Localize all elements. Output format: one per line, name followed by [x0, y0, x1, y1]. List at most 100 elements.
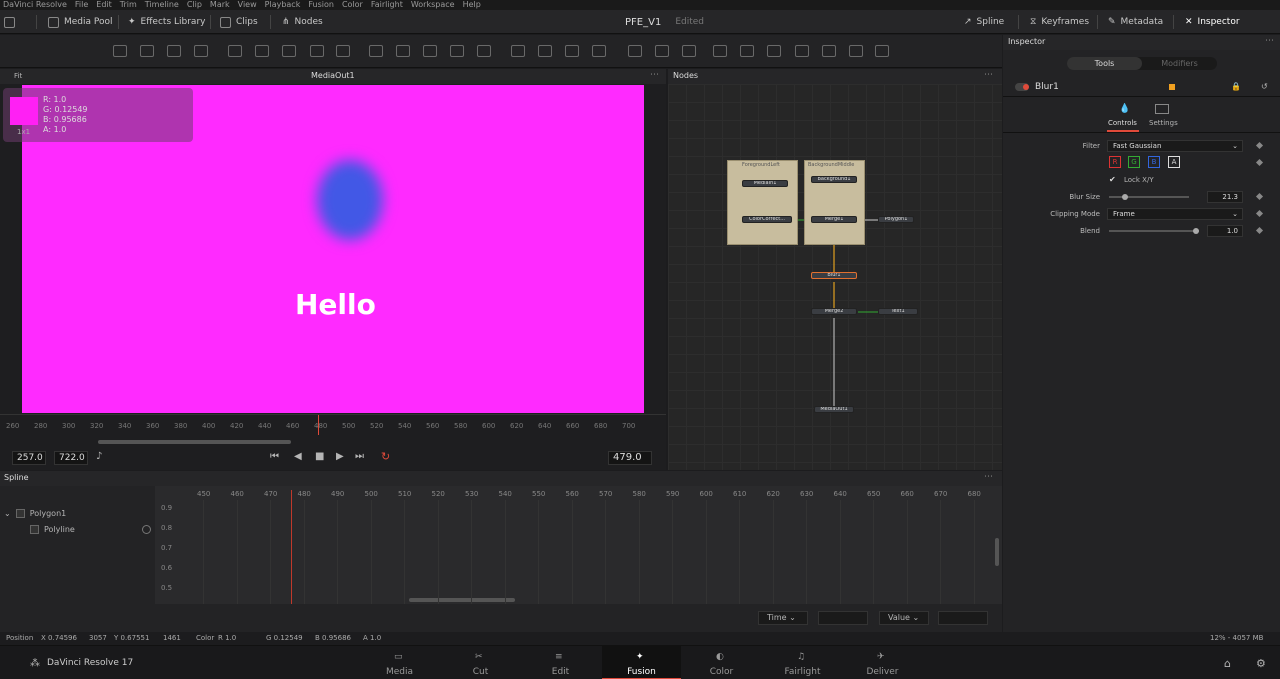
clipping-dropdown[interactable]: Frame ⌄: [1107, 208, 1243, 220]
tool-icon[interactable]: [592, 45, 606, 57]
tool-icon[interactable]: [713, 45, 727, 57]
out-point-field[interactable]: 722.0: [54, 451, 88, 465]
tool-icon[interactable]: [875, 45, 889, 57]
slider-knob[interactable]: [1193, 228, 1199, 234]
current-frame-field[interactable]: 479.0: [608, 451, 652, 465]
node-mediain1[interactable]: MediaIn1: [742, 180, 788, 187]
check-icon[interactable]: ✔: [1109, 175, 1116, 184]
menu-item-fusion[interactable]: Fusion: [308, 0, 334, 10]
menu-item-trim[interactable]: Trim: [120, 0, 137, 10]
tool-icon[interactable]: [628, 45, 642, 57]
tab-settings[interactable]: Settings: [1149, 119, 1178, 127]
more-options-icon[interactable]: ⋯: [1265, 36, 1274, 46]
tab-tools[interactable]: Tools: [1067, 57, 1142, 70]
metadata-button[interactable]: ✎ Metadata: [1108, 10, 1163, 34]
node-mediaout1[interactable]: MediaOut1: [814, 406, 854, 413]
menu-item-workspace[interactable]: Workspace: [411, 0, 455, 10]
time-dropdown[interactable]: Time ⌄: [758, 611, 808, 625]
menu-item-mark[interactable]: Mark: [210, 0, 230, 10]
group-foreground[interactable]: ForegroundLeft: [727, 160, 798, 245]
menu-item-help[interactable]: Help: [463, 0, 481, 10]
menu-item-file[interactable]: File: [75, 0, 88, 10]
time-field[interactable]: [818, 611, 868, 625]
channel-g[interactable]: G: [1128, 156, 1140, 168]
tool-icon[interactable]: [682, 45, 696, 57]
page-tab-edit[interactable]: ≡ Edit: [521, 646, 600, 679]
timeline-ruler[interactable]: 260 280 300 320 340 360 380 400 420 440 460 480 500 5…: [0, 414, 666, 436]
slider-knob[interactable]: [1122, 194, 1128, 200]
lock-icon[interactable]: 🔒: [1231, 82, 1241, 91]
keyframe-icon[interactable]: [1255, 226, 1264, 235]
menu-item-fairlight[interactable]: Fairlight: [371, 0, 403, 10]
page-tab-color[interactable]: ◐ Color: [682, 646, 761, 679]
more-options-icon[interactable]: ⋯: [984, 70, 993, 80]
tool-icon[interactable]: [113, 45, 127, 57]
blur-size-slider[interactable]: [1109, 194, 1189, 200]
tool-icon[interactable]: [396, 45, 410, 57]
clips-button[interactable]: Clips: [220, 10, 258, 34]
channel-a[interactable]: A: [1168, 156, 1180, 168]
tool-icon[interactable]: [538, 45, 552, 57]
tool-icon[interactable]: [511, 45, 525, 57]
menu-item-timeline[interactable]: Timeline: [145, 0, 179, 10]
keyframe-icon[interactable]: [1255, 158, 1264, 167]
spline-scrollbar[interactable]: [409, 598, 515, 602]
filter-dropdown[interactable]: Fast Gaussian ⌄: [1107, 140, 1243, 152]
gear-icon[interactable]: ⚙: [1256, 657, 1266, 670]
keyframe-icon[interactable]: [1255, 192, 1264, 201]
tool-icon[interactable]: [167, 45, 181, 57]
tool-icon[interactable]: [822, 45, 836, 57]
tool-icon[interactable]: [450, 45, 464, 57]
keyframes-button[interactable]: ⧖ Keyframes: [1030, 10, 1089, 34]
page-tab-media[interactable]: ▭ Media: [360, 646, 439, 679]
blend-field[interactable]: 1.0: [1207, 225, 1243, 237]
spline-playhead[interactable]: [291, 490, 292, 604]
blend-slider[interactable]: [1109, 228, 1199, 234]
in-point-field[interactable]: 257.0: [12, 451, 46, 465]
tool-icon[interactable]: [767, 45, 781, 57]
key-circle-icon[interactable]: [142, 525, 151, 534]
menu-item-davinci-resolve[interactable]: DaVinci Resolve: [3, 0, 67, 10]
tool-icon[interactable]: [655, 45, 669, 57]
node-blur1[interactable]: Blur1: [811, 272, 857, 279]
group-background[interactable]: BackgroundMiddle: [804, 160, 865, 245]
menu-item-playback[interactable]: Playback: [265, 0, 301, 10]
value-dropdown[interactable]: Value ⌄: [879, 611, 929, 625]
tool-icon[interactable]: [228, 45, 242, 57]
go-to-start-icon[interactable]: ⏮: [270, 451, 279, 462]
tab-controls[interactable]: Controls: [1108, 119, 1137, 127]
page-tab-fusion[interactable]: ✦ Fusion: [602, 646, 681, 679]
tool-icon[interactable]: [565, 45, 579, 57]
node-colorcorrect[interactable]: ColorCorrect...: [742, 216, 792, 223]
channel-r[interactable]: R: [1109, 156, 1121, 168]
spline-button[interactable]: ↗ Spline: [964, 10, 1004, 34]
spline-vscrollbar[interactable]: [995, 538, 999, 566]
effects-library-button[interactable]: ✦ Effects Library: [128, 10, 205, 34]
media-pool-button[interactable]: Media Pool: [48, 10, 113, 34]
stop-icon[interactable]: ■: [315, 451, 324, 462]
tool-icon[interactable]: [423, 45, 437, 57]
horizontal-scrollbar[interactable]: [98, 440, 291, 444]
play-icon[interactable]: ▶: [336, 451, 344, 462]
loop-icon[interactable]: ↻: [381, 450, 390, 463]
checkbox[interactable]: [15, 509, 25, 518]
speaker-icon[interactable]: ♪: [96, 451, 102, 462]
blur-size-field[interactable]: 21.3: [1207, 191, 1243, 203]
page-tab-fairlight[interactable]: ♫ Fairlight: [763, 646, 842, 679]
tab-modifiers[interactable]: Modifiers: [1142, 57, 1217, 70]
tool-icon[interactable]: [369, 45, 383, 57]
fit-dropdown[interactable]: Fit: [14, 72, 22, 80]
tool-icon[interactable]: [140, 45, 154, 57]
viewer-panel[interactable]: Hello R: 1.0 G: 0.12549 B: 0.95686 A: 1.…: [0, 84, 666, 414]
value-field[interactable]: [938, 611, 988, 625]
tool-icon[interactable]: [310, 45, 324, 57]
spline-graph[interactable]: 450 460 470 480 490 500 510 520 530 540 550 560 570 5…: [155, 486, 1002, 604]
tree-item-polygon1[interactable]: ⌄ Polygon1: [4, 509, 66, 518]
menu-item-color[interactable]: Color: [342, 0, 363, 10]
play-reverse-icon[interactable]: ◀: [294, 451, 302, 462]
page-tab-cut[interactable]: ✂ Cut: [441, 646, 520, 679]
more-options-icon[interactable]: ⋯: [650, 70, 659, 80]
tool-icon[interactable]: [194, 45, 208, 57]
tool-icon[interactable]: [255, 45, 269, 57]
node-text1[interactable]: Text1: [878, 308, 918, 315]
